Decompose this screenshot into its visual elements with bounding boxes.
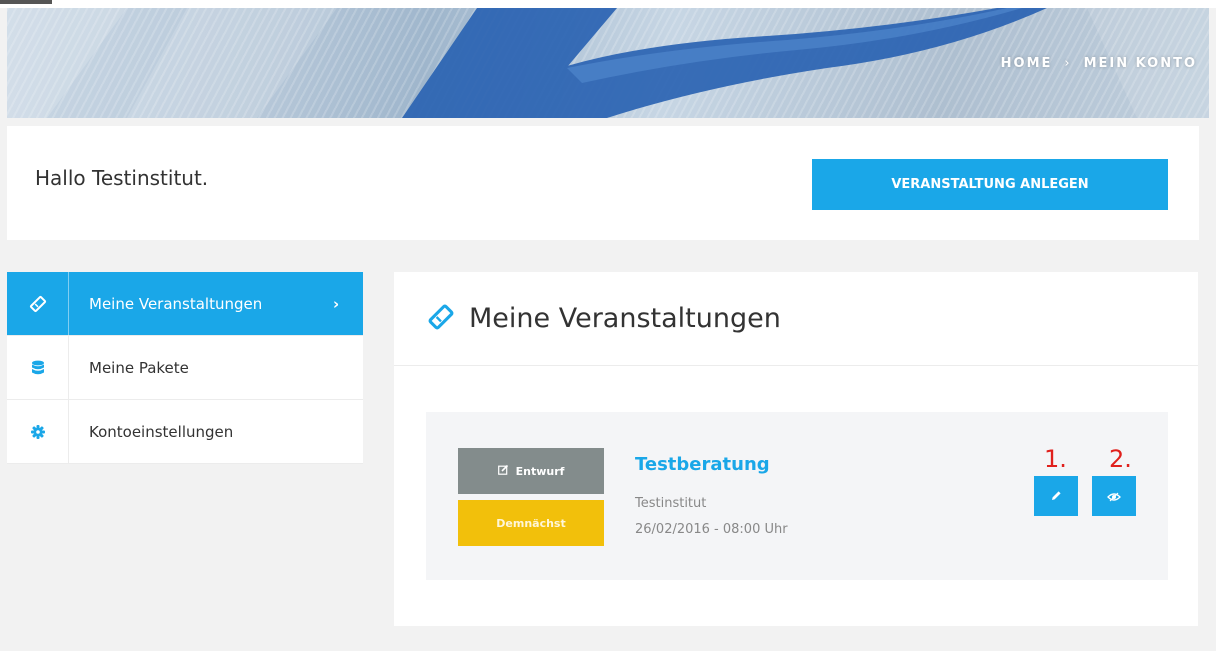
top-strip <box>0 0 1216 8</box>
database-icon <box>7 336 69 399</box>
upcoming-badge: Demnächst <box>458 500 604 546</box>
panel-header: Meine Veranstaltungen <box>394 272 1198 366</box>
create-event-button[interactable]: VERANSTALTUNG ANLEGEN <box>812 159 1168 210</box>
edit-note-icon <box>497 464 509 478</box>
eye-icon <box>1107 487 1121 506</box>
ticket-icon <box>7 272 69 335</box>
sidebar-item-my-events[interactable]: Meine Veranstaltungen › <box>7 272 363 336</box>
chevron-right-icon: › <box>333 294 340 313</box>
sidebar-item-label: Kontoeinstellungen <box>89 422 234 441</box>
greeting-text: Hallo Testinstitut. <box>35 166 209 190</box>
pencil-icon <box>1050 487 1062 506</box>
account-sidebar: Meine Veranstaltungen › Meine Pakete Kon… <box>7 272 363 464</box>
event-title-link[interactable]: Testberatung <box>635 454 770 475</box>
breadcrumb-separator: › <box>1064 56 1072 71</box>
header-banner: HOME › MEIN KONTO <box>7 8 1209 118</box>
draft-status-label: Entwurf <box>515 464 565 478</box>
greeting-card: Hallo Testinstitut. VERANSTALTUNG ANLEGE… <box>7 126 1199 240</box>
annotation-number-2: 2. <box>1109 445 1132 473</box>
top-strip-fragment <box>0 0 52 4</box>
breadcrumb-home-link[interactable]: HOME <box>1001 56 1053 71</box>
event-card: Entwurf Demnächst Testberatung Testinsti… <box>426 412 1168 580</box>
event-organizer: Testinstitut <box>635 496 707 511</box>
annotation-number-1: 1. <box>1044 445 1067 473</box>
preview-event-button[interactable] <box>1092 476 1136 516</box>
ticket-icon <box>427 303 455 335</box>
breadcrumb: HOME › MEIN KONTO <box>1001 56 1197 71</box>
sidebar-item-my-packages[interactable]: Meine Pakete <box>7 336 363 400</box>
draft-status-badge: Entwurf <box>458 448 604 494</box>
sidebar-item-account-settings[interactable]: Kontoeinstellungen <box>7 400 363 464</box>
my-events-panel: Meine Veranstaltungen Entwurf Demnächst … <box>394 272 1198 626</box>
edit-event-button[interactable] <box>1034 476 1078 516</box>
sidebar-item-label: Meine Pakete <box>89 358 189 377</box>
event-datetime: 26/02/2016 - 08:00 Uhr <box>635 522 788 537</box>
breadcrumb-current: MEIN KONTO <box>1083 56 1197 71</box>
gear-icon <box>7 400 69 463</box>
page-title: Meine Veranstaltungen <box>469 303 781 334</box>
sidebar-item-label: Meine Veranstaltungen <box>89 294 263 313</box>
